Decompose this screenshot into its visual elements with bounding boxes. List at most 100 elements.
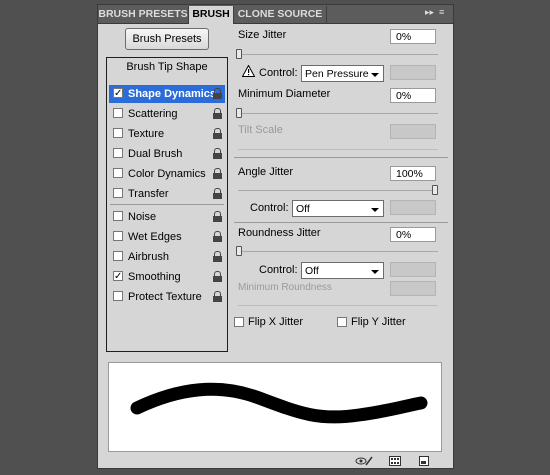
tab-clone-source[interactable]: CLONE SOURCE — [234, 6, 327, 23]
roundness-control-label: Control: — [259, 264, 298, 276]
list-item-label: Transfer — [128, 188, 169, 200]
minimum-diameter-slider-track[interactable] — [238, 113, 438, 114]
panel-menu[interactable]: ▸▸ ≡ — [425, 7, 449, 21]
list-item-smoothing[interactable]: ✓ Smoothing — [109, 268, 225, 286]
roundness-jitter-slider-thumb[interactable] — [236, 246, 242, 256]
list-item-label: Texture — [128, 128, 165, 140]
roundness-control-value: Off — [305, 265, 319, 277]
collapse-icon[interactable]: ▸▸ — [425, 7, 434, 18]
noise-checkbox[interactable] — [113, 211, 123, 221]
list-item-label: Noise — [128, 211, 157, 223]
smoothing-checkbox[interactable]: ✓ — [113, 271, 123, 282]
angle-jitter-slider-track[interactable] — [238, 190, 438, 191]
brush-tip-shape-item[interactable]: Brush Tip Shape — [107, 61, 227, 73]
minimum-diameter-label: Minimum Diameter — [238, 88, 331, 100]
roundness-jitter-slider-track[interactable] — [238, 251, 438, 252]
shape-dynamics-checkbox[interactable]: ✓ — [113, 88, 123, 99]
roundness-jitter-field[interactable]: 0% — [390, 227, 436, 242]
brush-options-list: Brush Tip Shape ✓ Shape Dynamics Scatter… — [106, 57, 228, 352]
brush-presets-button[interactable]: Brush Presets — [125, 28, 209, 50]
chevron-down-icon — [371, 208, 379, 212]
flip-x-jitter-checkbox[interactable] — [234, 317, 244, 327]
panel-footer — [98, 454, 453, 468]
minimum-roundness-slider-track — [238, 305, 438, 306]
brush-stroke-preview — [108, 362, 442, 452]
angle-jitter-slider-thumb[interactable] — [432, 185, 438, 195]
list-item-label: Airbrush — [128, 251, 169, 263]
lock-icon[interactable] — [213, 128, 222, 139]
lock-icon[interactable] — [213, 231, 222, 242]
flip-y-jitter-checkbox[interactable] — [337, 317, 347, 327]
size-jitter-slider-track[interactable] — [238, 54, 438, 55]
list-item-label: Protect Texture — [128, 291, 202, 303]
airbrush-checkbox[interactable] — [113, 251, 123, 261]
lock-icon[interactable] — [213, 271, 222, 282]
tilt-scale-slider-track — [238, 149, 438, 150]
angle-control-label: Control: — [250, 202, 289, 214]
list-divider — [110, 204, 224, 205]
size-jitter-label: Size Jitter — [238, 29, 287, 41]
tilt-scale-field — [390, 124, 436, 139]
minimum-roundness-field — [390, 281, 436, 296]
list-item-label: Scattering — [128, 108, 178, 120]
lock-icon[interactable] — [213, 108, 222, 119]
minimum-diameter-slider-thumb[interactable] — [236, 108, 242, 118]
list-item-color-dynamics[interactable]: Color Dynamics — [109, 165, 225, 183]
tab-bar: BRUSH PRESETS BRUSH CLONE SOURCE ▸▸ ≡ — [98, 5, 453, 24]
list-item-transfer[interactable]: Transfer — [109, 185, 225, 203]
list-item-airbrush[interactable]: Airbrush — [109, 248, 225, 266]
angle-control-extra-field — [390, 200, 436, 215]
list-item-label: Color Dynamics — [128, 168, 206, 180]
size-control-value: Pen Pressure — [305, 68, 369, 80]
list-item-scattering[interactable]: Scattering — [109, 105, 225, 123]
angle-control-select[interactable]: Off — [292, 200, 384, 217]
size-control-select[interactable]: Pen Pressure — [301, 65, 384, 82]
angle-control-value: Off — [296, 203, 310, 215]
list-item-dual-brush[interactable]: Dual Brush — [109, 145, 225, 163]
scattering-checkbox[interactable] — [113, 108, 123, 118]
lock-icon[interactable] — [213, 291, 222, 302]
list-item-label: Shape Dynamics — [128, 88, 217, 100]
new-preset-icon[interactable] — [419, 456, 429, 466]
lock-icon[interactable] — [213, 211, 222, 222]
flip-y-jitter-label: Flip Y Jitter — [351, 316, 406, 328]
size-jitter-slider-thumb[interactable] — [236, 49, 242, 59]
list-item-label: Smoothing — [128, 271, 181, 283]
lock-icon[interactable] — [213, 88, 222, 99]
flip-x-jitter-label: Flip X Jitter — [248, 316, 304, 328]
toggle-live-tip-preview-icon[interactable] — [355, 456, 373, 466]
transfer-checkbox[interactable] — [113, 188, 123, 198]
list-item-shape-dynamics[interactable]: ✓ Shape Dynamics — [109, 85, 225, 103]
list-item-label: Dual Brush — [128, 148, 183, 160]
section-divider — [234, 222, 448, 223]
section-divider — [234, 157, 448, 158]
roundness-control-select[interactable]: Off — [301, 262, 384, 279]
lock-icon[interactable] — [213, 148, 222, 159]
lock-icon[interactable] — [213, 188, 222, 199]
brush-grid-icon[interactable] — [389, 456, 401, 466]
angle-jitter-field[interactable]: 100% — [390, 166, 436, 181]
color-dynamics-checkbox[interactable] — [113, 168, 123, 178]
size-control-label: Control: — [259, 67, 298, 79]
protect-texture-checkbox[interactable] — [113, 291, 123, 301]
minimum-diameter-field[interactable]: 0% — [390, 88, 436, 103]
minimum-roundness-label: Minimum Roundness — [238, 282, 332, 293]
tab-brush-presets[interactable]: BRUSH PRESETS — [98, 6, 189, 23]
lock-icon[interactable] — [213, 251, 222, 262]
list-item-wet-edges[interactable]: Wet Edges — [109, 228, 225, 246]
tilt-scale-label: Tilt Scale — [238, 124, 283, 136]
size-jitter-field[interactable]: 0% — [390, 29, 436, 44]
menu-icon[interactable]: ≡ — [439, 7, 444, 17]
texture-checkbox[interactable] — [113, 128, 123, 138]
stroke-preview-graphic — [130, 382, 428, 424]
list-item-noise[interactable]: Noise — [109, 208, 225, 226]
wet-edges-checkbox[interactable] — [113, 231, 123, 241]
lock-icon[interactable] — [213, 168, 222, 179]
chevron-down-icon — [371, 270, 379, 274]
roundness-control-extra-field — [390, 262, 436, 277]
tab-brush[interactable]: BRUSH — [189, 6, 234, 24]
dual-brush-checkbox[interactable] — [113, 148, 123, 158]
list-item-protect-texture[interactable]: Protect Texture — [109, 288, 225, 306]
list-item-label: Wet Edges — [128, 231, 182, 243]
list-item-texture[interactable]: Texture — [109, 125, 225, 143]
